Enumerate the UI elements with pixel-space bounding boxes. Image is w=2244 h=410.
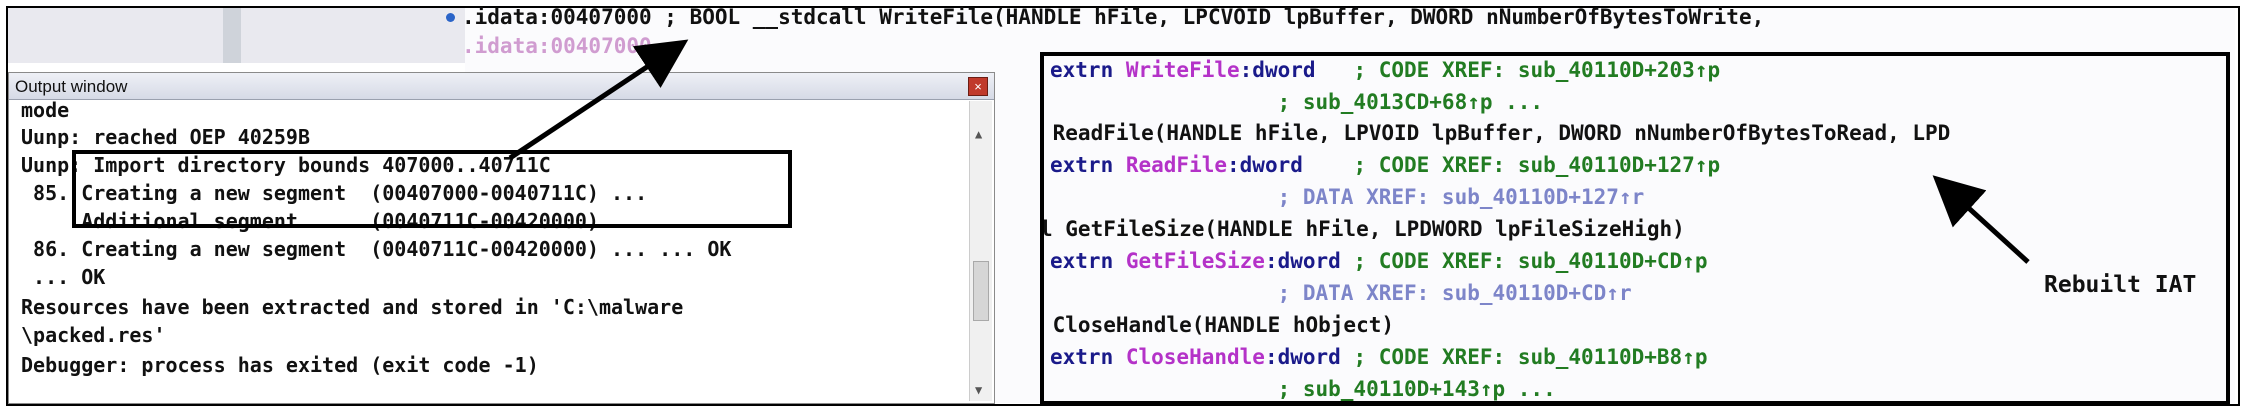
arrow-to-idata	[508, 39, 689, 161]
arrow-to-iat	[1932, 175, 2030, 264]
annotation-arrows	[508, 39, 2030, 264]
